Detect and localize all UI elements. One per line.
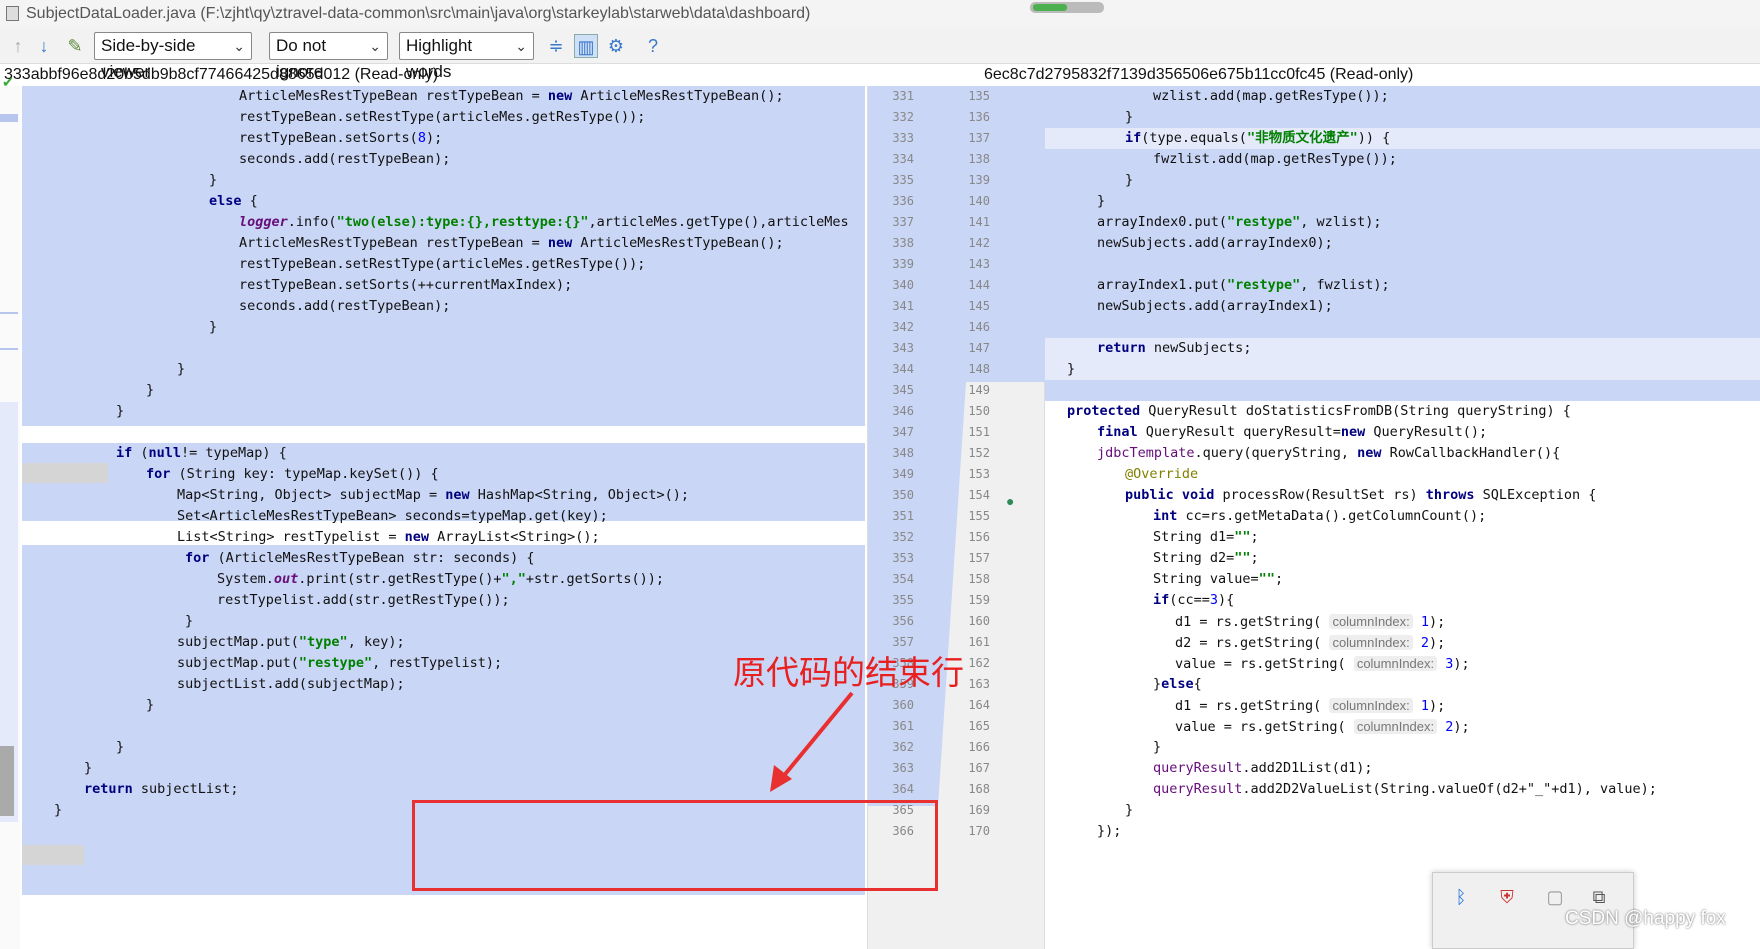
right-editor-pane[interactable]: wzlist.add(map.getResType()); } if(type.…: [1045, 86, 1760, 949]
line-number: 138: [968, 152, 990, 166]
chevron-down-icon: ⌄: [515, 38, 527, 54]
line-number: 347: [892, 425, 914, 439]
left-file-header: 333abbf96e8d20b5db9b8cf77466425d8865d012…: [4, 66, 439, 83]
line-number: 346: [892, 404, 914, 418]
line-number: 333: [892, 131, 914, 145]
line-number: 352: [892, 530, 914, 544]
collapse-unchanged-icon[interactable]: ≑: [544, 34, 568, 58]
next-difference-icon[interactable]: ↓: [32, 34, 56, 58]
line-number: 156: [968, 530, 990, 544]
edit-source-icon[interactable]: ✎: [63, 34, 87, 58]
annotation-highlight-box: [412, 800, 938, 891]
line-number: 144: [968, 278, 990, 292]
memory-indicator[interactable]: [1030, 2, 1104, 13]
line-number: 141: [968, 215, 990, 229]
line-number: 343: [892, 341, 914, 355]
line-number: 143: [968, 257, 990, 271]
line-number: 334: [892, 152, 914, 166]
check-icon: ✔: [2, 74, 14, 90]
line-number: 332: [892, 110, 914, 124]
sync-scroll-icon[interactable]: ▥: [574, 34, 598, 58]
line-number: 335: [892, 173, 914, 187]
line-number: 340: [892, 278, 914, 292]
line-number: 364: [892, 782, 914, 796]
line-number: 140: [968, 194, 990, 208]
highlight-select[interactable]: Highlight words ⌄: [399, 32, 534, 81]
line-number: 165: [968, 719, 990, 733]
right-file-header: 6ec8c7d2795832f7139d356506e675b11cc0fc45…: [984, 66, 1414, 83]
line-number: 137: [968, 131, 990, 145]
line-number: 135: [968, 89, 990, 103]
line-number: 167: [968, 761, 990, 775]
whitespace-select[interactable]: Do not ignore ⌄: [269, 32, 388, 81]
line-number: 341: [892, 299, 914, 313]
line-number: 139: [968, 173, 990, 187]
line-number: 362: [892, 740, 914, 754]
line-number: 159: [968, 593, 990, 607]
line-number: 351: [892, 509, 914, 523]
line-number: 361: [892, 719, 914, 733]
line-number: 149: [968, 383, 990, 397]
help-icon[interactable]: ?: [641, 34, 665, 58]
line-number: 349: [892, 467, 914, 481]
line-number: 146: [968, 320, 990, 334]
line-number: 154: [968, 488, 990, 502]
previous-difference-icon[interactable]: ↑: [6, 34, 30, 58]
line-number: 342: [892, 320, 914, 334]
line-number: 166: [968, 740, 990, 754]
watermark: CSDN @happy fox: [1565, 908, 1726, 929]
line-number: 336: [892, 194, 914, 208]
line-number: 157: [968, 551, 990, 565]
line-number: 153: [968, 467, 990, 481]
line-number: 353: [892, 551, 914, 565]
window-title-bar: SubjectDataLoader.java (F:\zjht\qy\ztrav…: [0, 0, 1760, 28]
line-number: 338: [892, 236, 914, 250]
line-number: 331: [892, 89, 914, 103]
line-number: 152: [968, 446, 990, 460]
chevron-down-icon: ⌄: [369, 38, 381, 54]
file-icon: [6, 6, 19, 21]
line-number: 363: [892, 761, 914, 775]
window-icon[interactable]: ▢: [1543, 885, 1567, 909]
line-number: 136: [968, 110, 990, 124]
line-number: 155: [968, 509, 990, 523]
line-number: 355: [892, 593, 914, 607]
chevron-down-icon: ⌄: [233, 38, 245, 54]
line-number: 350: [892, 488, 914, 502]
line-number: 145: [968, 299, 990, 313]
override-marker-icon[interactable]: ●: [1006, 493, 1014, 509]
line-number: 348: [892, 446, 914, 460]
display-icon[interactable]: ⧉: [1587, 885, 1611, 909]
line-number: 337: [892, 215, 914, 229]
gear-icon[interactable]: ⚙: [604, 34, 628, 58]
line-number: 344: [892, 362, 914, 376]
diff-toolbar: ↑ ↓ ✎ Side-by-side viewer ⌄ Do not ignore…: [0, 28, 1760, 81]
line-number: 360: [892, 698, 914, 712]
line-number: 150: [968, 404, 990, 418]
viewer-mode-select[interactable]: Side-by-side viewer ⌄: [94, 32, 252, 81]
line-number: 160: [968, 614, 990, 628]
line-number: 147: [968, 341, 990, 355]
line-number: 164: [968, 698, 990, 712]
line-number: 158: [968, 572, 990, 586]
bluetooth-icon[interactable]: ᛒ: [1449, 885, 1473, 909]
line-number: 168: [968, 782, 990, 796]
line-number: 169: [968, 803, 990, 817]
line-number: 142: [968, 236, 990, 250]
security-shield-icon[interactable]: ⛨: [1495, 885, 1519, 909]
line-number: 354: [892, 572, 914, 586]
annotation-label: 原代码的结束行: [733, 653, 964, 692]
line-number: 170: [968, 824, 990, 838]
left-change-markers: ✔: [0, 74, 20, 949]
line-number: 345: [892, 383, 914, 397]
line-number: 339: [892, 257, 914, 271]
line-number: 151: [968, 425, 990, 439]
window-title: SubjectDataLoader.java (F:\zjht\qy\ztrav…: [26, 5, 811, 22]
line-number: 356: [892, 614, 914, 628]
line-number: 148: [968, 362, 990, 376]
